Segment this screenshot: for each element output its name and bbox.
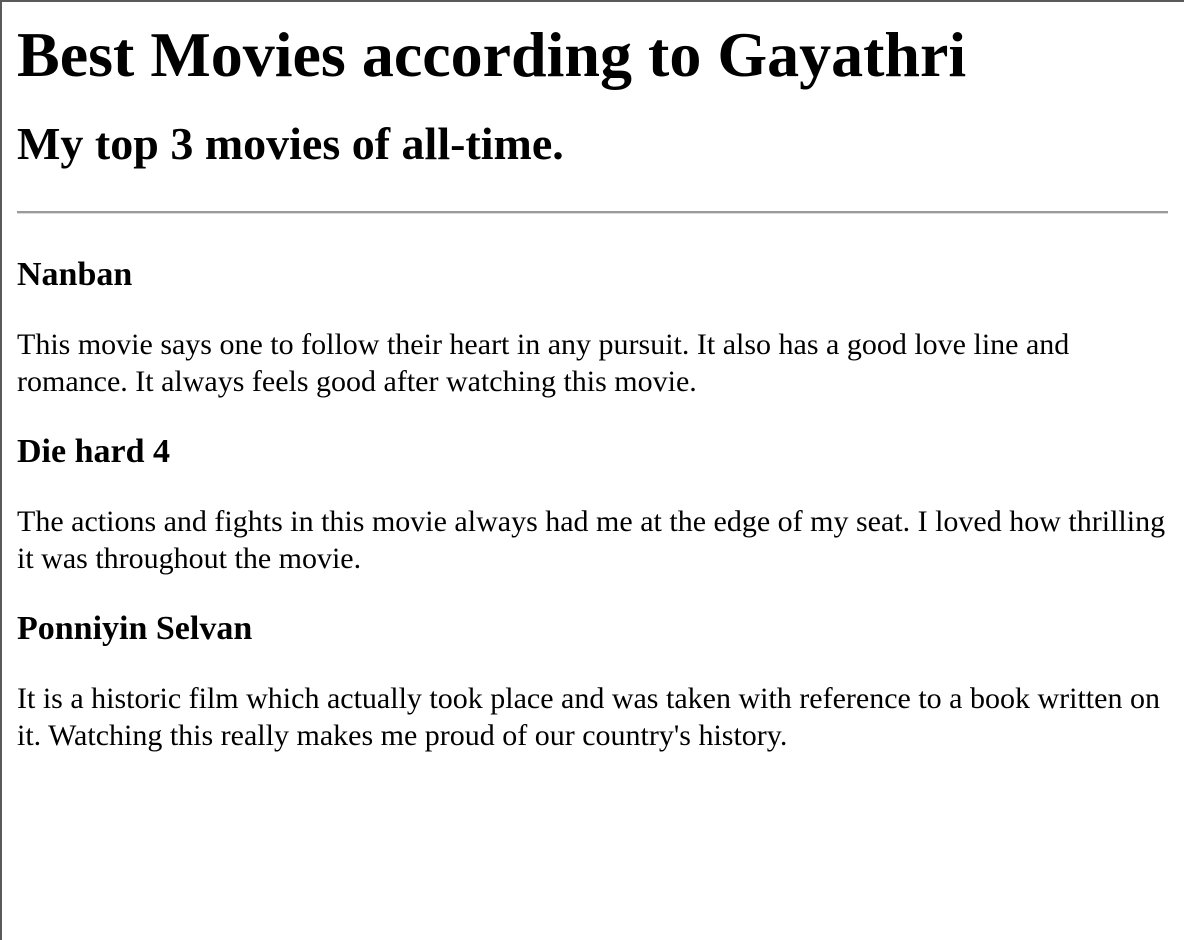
movie-description: It is a historic film which actually too… [17, 682, 1160, 752]
page-subtitle: My top 3 movies of all-time. [17, 118, 564, 169]
page-title: Best Movies according to Gayathri [17, 19, 967, 90]
movie-description: This movie says one to follow their hear… [17, 328, 1070, 398]
movie-title: Die hard 4 [17, 433, 170, 470]
horizontal-divider [17, 211, 1168, 214]
movie-title: Nanban [17, 256, 133, 293]
page-content: Best Movies according to Gayathri My top… [0, 0, 1184, 940]
movie-item-die-hard-4: Die hard 4 The actions and fights in thi… [17, 432, 1168, 577]
movie-description: The actions and fights in this movie alw… [17, 505, 1166, 575]
movie-title: Ponniyin Selvan [17, 610, 253, 647]
movie-item-nanban: Nanban This movie says one to follow the… [17, 255, 1168, 400]
movie-item-ponniyin-selvan: Ponniyin Selvan It is a historic film wh… [17, 609, 1168, 754]
